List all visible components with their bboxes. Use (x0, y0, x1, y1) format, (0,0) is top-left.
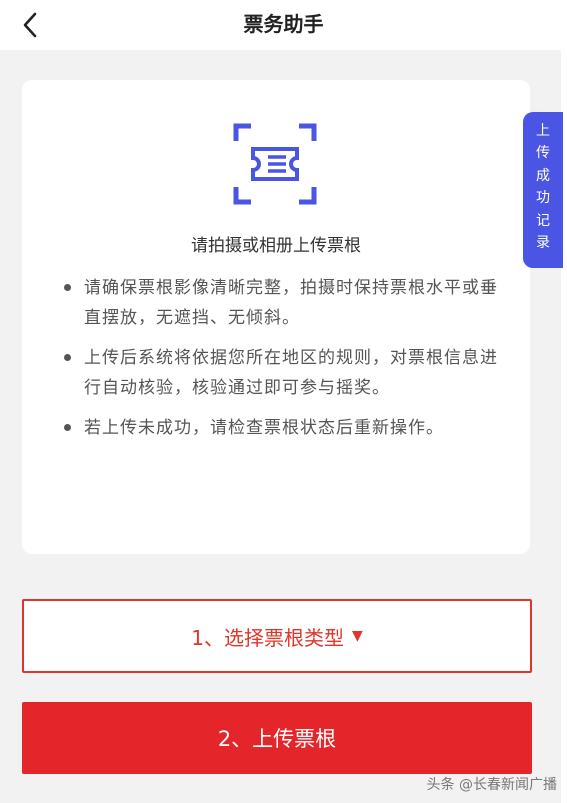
tip-text: 若上传未成功，请检查票根状态后重新操作。 (84, 418, 444, 438)
page-title: 票务助手 (243, 12, 324, 36)
select-ticket-type-button[interactable]: 1、选择票根类型 ▼ (22, 599, 532, 673)
app-header: 票务助手 (0, 0, 567, 50)
upload-ticket-label: 2、上传票根 (217, 727, 337, 751)
upload-record-label: 上 传 成 功 记 录 (536, 123, 550, 252)
tip-item: 若上传未成功，请检查票根状态后重新操作。 (62, 413, 508, 443)
upload-record-tab[interactable]: 上 传 成 功 记 录 (523, 112, 563, 268)
tip-text: 上传后系统将依据您所在地区的规则，对票根信息进行自动核验，核验通过即可参与摇奖。 (84, 348, 498, 398)
ticket-scan-icon (233, 123, 317, 205)
tip-item: 上传后系统将依据您所在地区的规则，对票根信息进行自动核验，核验通过即可参与摇奖。 (62, 343, 508, 403)
upload-ticket-button[interactable]: 2、上传票根 (22, 702, 532, 774)
tip-text: 请确保票根影像清晰完整，拍摄时保持票根水平或垂直摆放，无遮挡、无倾斜。 (84, 278, 498, 328)
tips-list: 请确保票根影像清晰完整，拍摄时保持票根水平或垂直摆放，无遮挡、无倾斜。 上传后系… (62, 273, 508, 453)
dropdown-caret-icon: ▼ (351, 628, 363, 644)
instruction-card: 请拍摄或相册上传票根 请确保票根影像清晰完整，拍摄时保持票根水平或垂直摆放，无遮… (22, 80, 530, 554)
bullet-dot (64, 284, 71, 291)
select-ticket-type-label: 1、选择票根类型 (191, 625, 344, 650)
bullet-dot (64, 424, 71, 431)
source-watermark: 头条 @长春新闻广播 (426, 777, 557, 793)
tip-item: 请确保票根影像清晰完整，拍摄时保持票根水平或垂直摆放，无遮挡、无倾斜。 (62, 273, 508, 333)
bullet-dot (64, 354, 71, 361)
card-title: 请拍摄或相册上传票根 (191, 236, 361, 256)
